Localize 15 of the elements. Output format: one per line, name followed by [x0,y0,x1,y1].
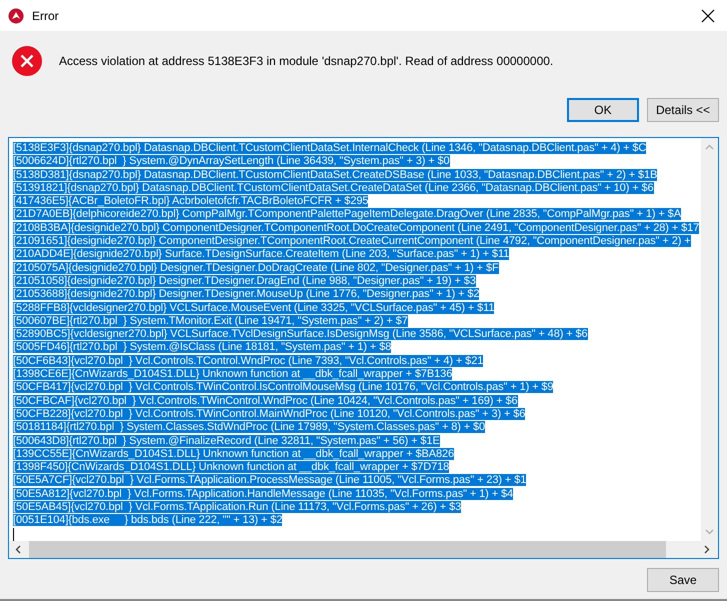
error-icon [11,45,43,77]
dialog-button[interactable]: Details << [646,98,719,122]
vertical-scrollbar[interactable] [701,138,718,541]
dialog-button[interactable]: OK [566,98,639,122]
window-title: Error [32,8,60,22]
scroll-left-icon[interactable] [15,545,21,554]
scroll-up-icon[interactable] [705,144,714,150]
scroll-right-icon[interactable] [704,545,710,554]
scroll-down-icon[interactable] [705,529,714,535]
save-button[interactable]: Save [647,568,719,592]
app-logo-icon [8,8,24,24]
close-icon[interactable] [701,8,715,22]
text-caret [13,528,14,541]
details-text-area[interactable] [8,137,719,559]
error-message: Access violation at address 5138E3F3 in module 'dsnap270.bpl'. Read of address 00000000. [59,54,554,68]
